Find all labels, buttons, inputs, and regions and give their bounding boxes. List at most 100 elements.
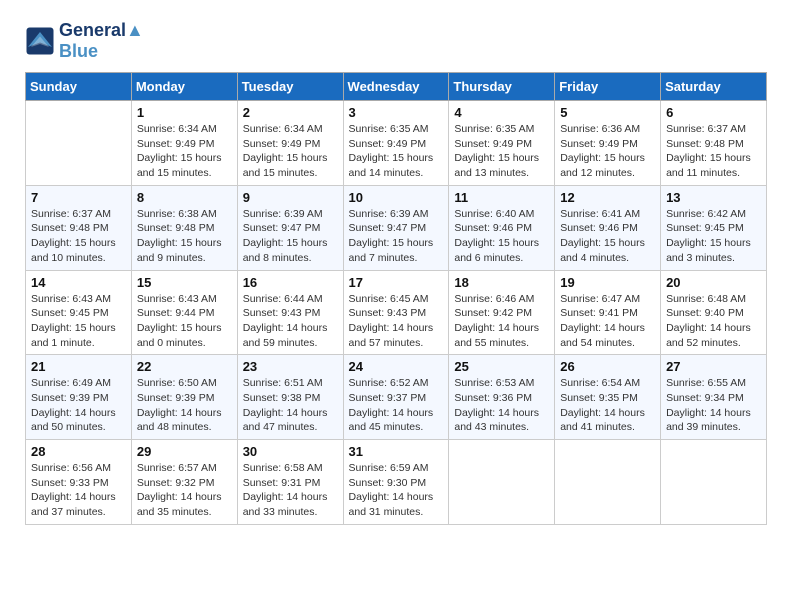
calendar-cell: 25 Sunrise: 6:53 AM Sunset: 9:36 PM Dayli… [449, 355, 555, 440]
calendar-cell: 2 Sunrise: 6:34 AM Sunset: 9:49 PM Daylig… [237, 101, 343, 186]
day-number: 19 [560, 275, 655, 290]
calendar-cell: 11 Sunrise: 6:40 AM Sunset: 9:46 PM Dayli… [449, 185, 555, 270]
day-info: Sunrise: 6:52 AM Sunset: 9:37 PM Dayligh… [349, 376, 444, 435]
day-info: Sunrise: 6:44 AM Sunset: 9:43 PM Dayligh… [243, 292, 338, 351]
calendar-cell: 1 Sunrise: 6:34 AM Sunset: 9:49 PM Daylig… [131, 101, 237, 186]
day-info: Sunrise: 6:42 AM Sunset: 9:45 PM Dayligh… [666, 207, 761, 266]
day-number: 22 [137, 359, 232, 374]
day-number: 17 [349, 275, 444, 290]
day-info: Sunrise: 6:56 AM Sunset: 9:33 PM Dayligh… [31, 461, 126, 520]
day-info: Sunrise: 6:37 AM Sunset: 9:48 PM Dayligh… [31, 207, 126, 266]
day-number: 3 [349, 105, 444, 120]
week-row-4: 21 Sunrise: 6:49 AM Sunset: 9:39 PM Dayli… [26, 355, 767, 440]
page-container: General▲ Blue SundayMondayTuesdayWednesd… [0, 0, 792, 545]
calendar-cell [661, 440, 767, 525]
weekday-header-tuesday: Tuesday [237, 73, 343, 101]
calendar-cell: 7 Sunrise: 6:37 AM Sunset: 9:48 PM Daylig… [26, 185, 132, 270]
day-number: 28 [31, 444, 126, 459]
day-info: Sunrise: 6:35 AM Sunset: 9:49 PM Dayligh… [454, 122, 549, 181]
day-info: Sunrise: 6:53 AM Sunset: 9:36 PM Dayligh… [454, 376, 549, 435]
day-number: 27 [666, 359, 761, 374]
day-number: 9 [243, 190, 338, 205]
calendar-cell: 12 Sunrise: 6:41 AM Sunset: 9:46 PM Dayli… [555, 185, 661, 270]
day-info: Sunrise: 6:34 AM Sunset: 9:49 PM Dayligh… [243, 122, 338, 181]
calendar-cell [26, 101, 132, 186]
day-number: 25 [454, 359, 549, 374]
logo: General▲ Blue [25, 20, 144, 62]
calendar-cell: 5Sunrise: 6:36 AM Sunset: 9:49 PM Daylig… [555, 101, 661, 186]
day-number: 31 [349, 444, 444, 459]
day-number: 26 [560, 359, 655, 374]
day-info: Sunrise: 6:47 AM Sunset: 9:41 PM Dayligh… [560, 292, 655, 351]
calendar-cell [449, 440, 555, 525]
day-number: 21 [31, 359, 126, 374]
calendar-cell: 15 Sunrise: 6:43 AM Sunset: 9:44 PM Dayli… [131, 270, 237, 355]
day-info: Sunrise: 6:43 AM Sunset: 9:45 PM Dayligh… [31, 292, 126, 351]
logo-icon [25, 26, 55, 56]
calendar-cell: 26Sunrise: 6:54 AM Sunset: 9:35 PM Dayli… [555, 355, 661, 440]
calendar-cell: 4Sunrise: 6:35 AM Sunset: 9:49 PM Daylig… [449, 101, 555, 186]
day-number: 12 [560, 190, 655, 205]
calendar-cell: 10 Sunrise: 6:39 AM Sunset: 9:47 PM Dayli… [343, 185, 449, 270]
day-number: 30 [243, 444, 338, 459]
day-number: 23 [243, 359, 338, 374]
weekday-header-monday: Monday [131, 73, 237, 101]
week-row-5: 28 Sunrise: 6:56 AM Sunset: 9:33 PM Dayli… [26, 440, 767, 525]
weekday-header-row: SundayMondayTuesdayWednesdayThursdayFrid… [26, 73, 767, 101]
calendar-cell: 20Sunrise: 6:48 AM Sunset: 9:40 PM Dayli… [661, 270, 767, 355]
day-info: Sunrise: 6:50 AM Sunset: 9:39 PM Dayligh… [137, 376, 232, 435]
day-number: 8 [137, 190, 232, 205]
day-number: 5 [560, 105, 655, 120]
weekday-header-wednesday: Wednesday [343, 73, 449, 101]
day-number: 16 [243, 275, 338, 290]
day-info: Sunrise: 6:55 AM Sunset: 9:34 PM Dayligh… [666, 376, 761, 435]
day-info: Sunrise: 6:49 AM Sunset: 9:39 PM Dayligh… [31, 376, 126, 435]
day-number: 10 [349, 190, 444, 205]
calendar-cell: 29 Sunrise: 6:57 AM Sunset: 9:32 PM Dayli… [131, 440, 237, 525]
logo-text: General▲ Blue [59, 20, 144, 62]
day-number: 11 [454, 190, 549, 205]
calendar-cell: 18 Sunrise: 6:46 AM Sunset: 9:42 PM Dayli… [449, 270, 555, 355]
day-info: Sunrise: 6:48 AM Sunset: 9:40 PM Dayligh… [666, 292, 761, 351]
day-number: 6 [666, 105, 761, 120]
day-number: 7 [31, 190, 126, 205]
day-info: Sunrise: 6:58 AM Sunset: 9:31 PM Dayligh… [243, 461, 338, 520]
calendar-cell: 16 Sunrise: 6:44 AM Sunset: 9:43 PM Dayli… [237, 270, 343, 355]
calendar-cell: 27 Sunrise: 6:55 AM Sunset: 9:34 PM Dayli… [661, 355, 767, 440]
day-info: Sunrise: 6:34 AM Sunset: 9:49 PM Dayligh… [137, 122, 232, 181]
day-number: 2 [243, 105, 338, 120]
calendar-cell: 3Sunrise: 6:35 AM Sunset: 9:49 PM Daylig… [343, 101, 449, 186]
calendar-cell: 23Sunrise: 6:51 AM Sunset: 9:38 PM Dayli… [237, 355, 343, 440]
day-info: Sunrise: 6:39 AM Sunset: 9:47 PM Dayligh… [349, 207, 444, 266]
day-info: Sunrise: 6:41 AM Sunset: 9:46 PM Dayligh… [560, 207, 655, 266]
day-info: Sunrise: 6:43 AM Sunset: 9:44 PM Dayligh… [137, 292, 232, 351]
day-number: 29 [137, 444, 232, 459]
week-row-3: 14 Sunrise: 6:43 AM Sunset: 9:45 PM Dayli… [26, 270, 767, 355]
weekday-header-saturday: Saturday [661, 73, 767, 101]
day-info: Sunrise: 6:46 AM Sunset: 9:42 PM Dayligh… [454, 292, 549, 351]
calendar-cell: 30 Sunrise: 6:58 AM Sunset: 9:31 PM Dayli… [237, 440, 343, 525]
day-number: 14 [31, 275, 126, 290]
calendar-cell: 19 Sunrise: 6:47 AM Sunset: 9:41 PM Dayli… [555, 270, 661, 355]
calendar-cell: 31Sunrise: 6:59 AM Sunset: 9:30 PM Dayli… [343, 440, 449, 525]
calendar-cell: 6 Sunrise: 6:37 AM Sunset: 9:48 PM Daylig… [661, 101, 767, 186]
weekday-header-sunday: Sunday [26, 73, 132, 101]
weekday-header-friday: Friday [555, 73, 661, 101]
calendar-cell: 17 Sunrise: 6:45 AM Sunset: 9:43 PM Dayli… [343, 270, 449, 355]
day-number: 15 [137, 275, 232, 290]
week-row-2: 7 Sunrise: 6:37 AM Sunset: 9:48 PM Daylig… [26, 185, 767, 270]
day-info: Sunrise: 6:40 AM Sunset: 9:46 PM Dayligh… [454, 207, 549, 266]
day-info: Sunrise: 6:45 AM Sunset: 9:43 PM Dayligh… [349, 292, 444, 351]
day-number: 24 [349, 359, 444, 374]
week-row-1: 1 Sunrise: 6:34 AM Sunset: 9:49 PM Daylig… [26, 101, 767, 186]
day-info: Sunrise: 6:57 AM Sunset: 9:32 PM Dayligh… [137, 461, 232, 520]
header: General▲ Blue [25, 20, 767, 62]
calendar-table: SundayMondayTuesdayWednesdayThursdayFrid… [25, 72, 767, 525]
calendar-cell: 13Sunrise: 6:42 AM Sunset: 9:45 PM Dayli… [661, 185, 767, 270]
calendar-cell: 8Sunrise: 6:38 AM Sunset: 9:48 PM Daylig… [131, 185, 237, 270]
day-number: 1 [137, 105, 232, 120]
calendar-cell [555, 440, 661, 525]
day-number: 18 [454, 275, 549, 290]
day-info: Sunrise: 6:37 AM Sunset: 9:48 PM Dayligh… [666, 122, 761, 181]
weekday-header-thursday: Thursday [449, 73, 555, 101]
